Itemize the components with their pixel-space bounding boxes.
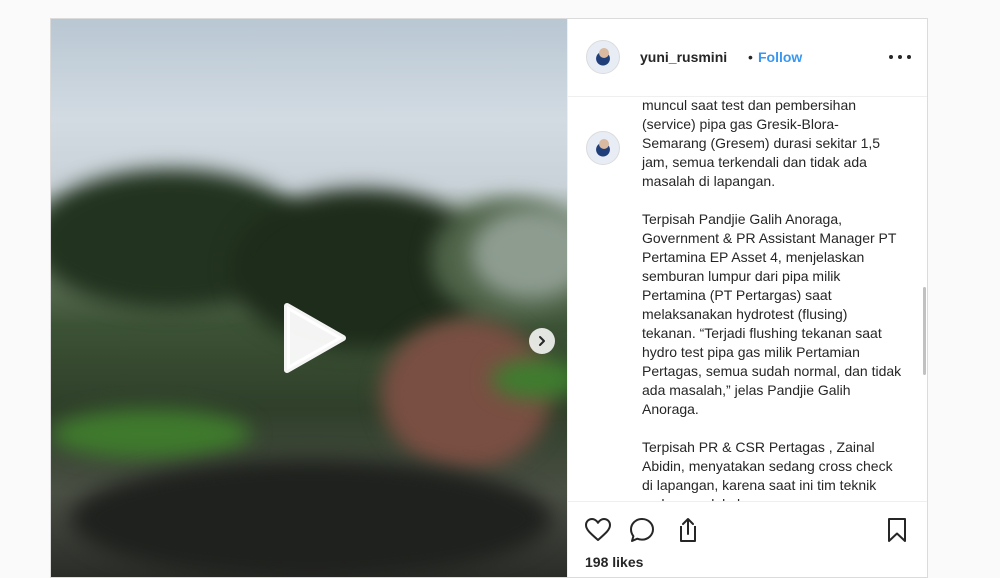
share-icon xyxy=(680,518,696,542)
play-icon xyxy=(284,303,346,373)
separator-dot: • xyxy=(748,49,753,65)
bookmark-icon xyxy=(888,518,906,542)
post-header: yuni_rusmini • Follow xyxy=(568,19,927,97)
more-options-icon xyxy=(898,55,902,59)
video-frame-detail xyxy=(71,459,551,577)
share-button[interactable] xyxy=(672,516,700,544)
more-options-icon xyxy=(889,55,893,59)
avatar-face xyxy=(599,48,609,58)
follow-button[interactable]: Follow xyxy=(758,49,802,65)
video-frame-detail xyxy=(51,409,251,459)
likes-count[interactable]: 198 likes xyxy=(585,554,643,570)
post-card: yuni_rusmini • Follow muncul saat test d… xyxy=(50,18,928,578)
comments-area[interactable]: muncul saat test dan pembersihan (servic… xyxy=(568,97,927,501)
post-actions: 198 likes xyxy=(568,501,927,577)
more-options-icon xyxy=(907,55,911,59)
like-button[interactable] xyxy=(584,516,612,544)
heart-icon xyxy=(585,518,611,541)
more-options-button[interactable] xyxy=(889,47,911,67)
username-link[interactable]: yuni_rusmini xyxy=(640,49,727,65)
next-media-button[interactable] xyxy=(529,328,555,354)
post-side-panel: yuni_rusmini • Follow muncul saat test d… xyxy=(567,19,927,577)
play-button[interactable] xyxy=(277,302,349,374)
save-button[interactable] xyxy=(883,516,911,544)
caption-avatar[interactable] xyxy=(586,131,620,165)
avatar-face xyxy=(599,139,609,149)
comment-icon xyxy=(630,518,654,542)
avatar[interactable] xyxy=(586,40,620,74)
scrollbar-thumb[interactable] xyxy=(923,287,926,375)
comment-button[interactable] xyxy=(628,516,656,544)
post-caption: muncul saat test dan pembersihan (servic… xyxy=(642,97,902,501)
chevron-right-icon xyxy=(539,336,545,346)
post-video[interactable] xyxy=(51,19,567,577)
